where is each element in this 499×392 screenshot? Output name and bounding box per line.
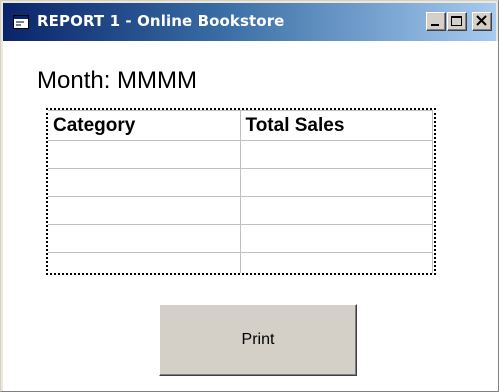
- category-cell[interactable]: [48, 196, 241, 225]
- total-sales-cell[interactable]: [239, 252, 433, 273]
- month-label: Month: MMMM: [37, 67, 198, 94]
- maximize-icon: [451, 16, 462, 26]
- table-row: [48, 252, 433, 273]
- total-sales-cell[interactable]: [239, 168, 433, 197]
- close-button[interactable]: [472, 12, 492, 31]
- category-cell[interactable]: [48, 168, 241, 197]
- category-cell[interactable]: [48, 252, 241, 273]
- table-row: [48, 224, 433, 253]
- table-header-row: Category Total Sales: [48, 110, 433, 141]
- sales-grid[interactable]: Category Total Sales: [46, 108, 436, 275]
- table-row: [48, 140, 433, 169]
- maximize-button[interactable]: [447, 12, 467, 31]
- report-window: REPORT 1 - Online Bookstore Month: MMMM: [0, 0, 499, 392]
- minimize-icon: [431, 24, 439, 26]
- category-cell[interactable]: [48, 140, 241, 169]
- column-header-category[interactable]: Category: [48, 110, 241, 141]
- window-title: REPORT 1 - Online Bookstore: [37, 12, 285, 30]
- column-header-total-sales[interactable]: Total Sales: [239, 110, 433, 141]
- minimize-button[interactable]: [426, 12, 446, 31]
- title-bar[interactable]: REPORT 1 - Online Bookstore: [3, 3, 496, 41]
- total-sales-cell[interactable]: [239, 224, 433, 253]
- sales-table: Category Total Sales: [48, 110, 433, 273]
- table-row: [48, 196, 433, 225]
- print-button[interactable]: Print: [159, 304, 357, 376]
- table-row: [48, 168, 433, 197]
- category-cell[interactable]: [48, 224, 241, 253]
- total-sales-cell[interactable]: [239, 140, 433, 169]
- close-icon: [476, 15, 487, 26]
- form-window-icon: [13, 15, 29, 29]
- total-sales-cell[interactable]: [239, 196, 433, 225]
- report-form: Month: MMMM Category Total Sales Print: [3, 41, 498, 391]
